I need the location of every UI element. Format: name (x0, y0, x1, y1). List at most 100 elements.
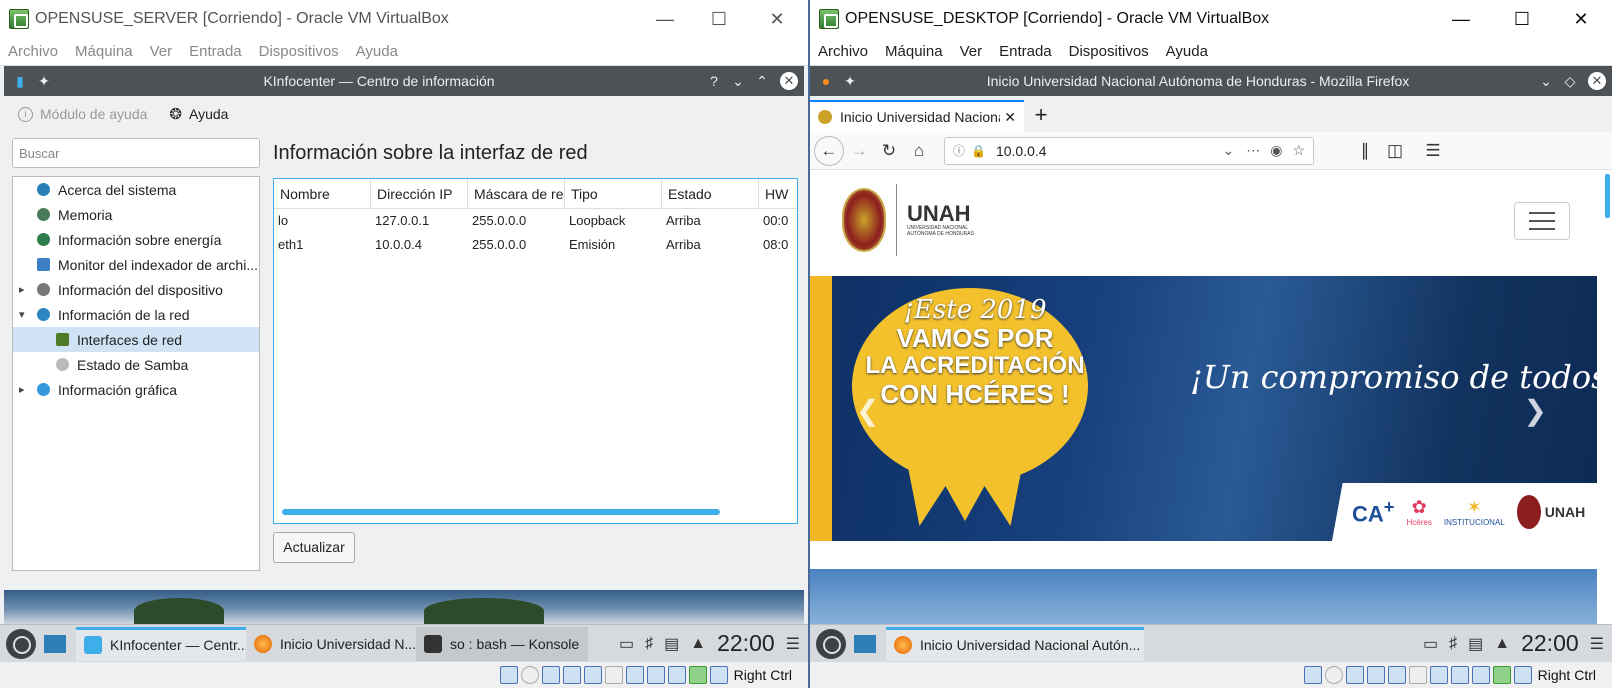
clipboard-icon[interactable]: ▤ (1468, 634, 1483, 654)
expand-chevron-icon[interactable]: ▸ (19, 383, 25, 396)
network-status-icon[interactable] (562, 666, 581, 684)
table-row[interactable]: lo 127.0.0.1 255.0.0.0 Loopback Arriba 0… (274, 209, 797, 233)
shared-folder-icon[interactable] (604, 666, 623, 684)
minimize-button[interactable]: — (1432, 0, 1490, 38)
kinfocenter-app-icon[interactable]: ▮ (8, 73, 32, 90)
recording-status-icon[interactable] (646, 666, 665, 684)
url-dropdown-icon[interactable]: ⌄ (1222, 142, 1234, 159)
optical-drive-icon[interactable] (1324, 666, 1343, 684)
application-launcher-icon[interactable] (6, 628, 36, 659)
audio-status-icon[interactable] (1345, 666, 1364, 684)
search-input[interactable]: Buscar (12, 138, 260, 168)
home-icon[interactable]: ⌂ (904, 141, 934, 161)
desktop-pager[interactable] (44, 634, 66, 653)
menu-ayuda[interactable]: Ayuda (356, 43, 398, 60)
panel-menu-icon[interactable]: ☰ (786, 634, 800, 654)
optical-drive-icon[interactable] (520, 666, 539, 684)
site-info-icon[interactable]: ⓘ (953, 142, 965, 159)
help-button[interactable]: ❂ Ayuda (169, 105, 228, 123)
clock[interactable]: 22:00 (717, 630, 775, 657)
desktop-pager[interactable] (854, 634, 876, 653)
forward-arrow-icon[interactable]: → (844, 141, 874, 161)
menu-ver[interactable]: Ver (150, 43, 173, 60)
mouse-integration-icon[interactable] (1492, 666, 1511, 684)
tray-expand-icon[interactable]: ▲ (690, 635, 706, 653)
menu-dispositivos[interactable]: Dispositivos (1069, 43, 1149, 60)
insecure-lock-icon[interactable]: 🔒 (971, 144, 986, 158)
column-header-type[interactable]: Tipo (565, 179, 662, 209)
task-konsole[interactable]: so : bash — Konsole (416, 626, 588, 661)
display-status-icon[interactable] (1429, 666, 1448, 684)
firefox-icon[interactable]: ● (814, 73, 838, 89)
firefox-titlebar[interactable]: ● ✦ Inicio Universidad Nacional Autónoma… (810, 66, 1612, 96)
reload-icon[interactable]: ↻ (874, 141, 904, 161)
hdd-status-icon[interactable] (1303, 666, 1322, 684)
menu-archivo[interactable]: Archivo (8, 43, 58, 60)
url-bar[interactable]: ⓘ 🔒 10.0.0.4 ⌄ ⋯ ◉ ☆ (944, 136, 1314, 165)
column-header-netmask[interactable]: Máscara de red (468, 179, 565, 209)
site-menu-toggle-icon[interactable] (1514, 202, 1570, 240)
tree-item-device-info[interactable]: ▸ Información del dispositivo (13, 277, 259, 302)
menu-archivo[interactable]: Archivo (818, 43, 868, 60)
pin-icon[interactable]: ✦ (32, 73, 56, 90)
kinfocenter-close-icon[interactable]: ✕ (780, 72, 798, 90)
close-button[interactable]: ✕ (748, 0, 806, 38)
carousel-next-icon[interactable]: ❯ (1524, 394, 1547, 427)
menu-entrada[interactable]: Entrada (999, 43, 1052, 60)
close-button[interactable]: ✕ (1552, 0, 1610, 38)
menu-ver[interactable]: Ver (960, 43, 983, 60)
volume-icon[interactable]: ♯ (1449, 635, 1457, 653)
audio-status-icon[interactable] (541, 666, 560, 684)
back-arrow-icon[interactable]: ← (814, 135, 844, 166)
maximize-button[interactable]: ☐ (690, 0, 748, 38)
column-header-state[interactable]: Estado (662, 179, 759, 209)
battery-icon[interactable]: ▭ (1423, 634, 1438, 654)
vt-x-status-icon[interactable] (1471, 666, 1490, 684)
usb-status-icon[interactable] (1387, 666, 1406, 684)
page-scrollbar[interactable] (1605, 174, 1610, 218)
carousel-prev-icon[interactable]: ❮ (856, 394, 879, 427)
kinfocenter-titlebar[interactable]: ▮ ✦ KInfocenter — Centro de información … (4, 66, 804, 96)
task-firefox[interactable]: Inicio Universidad N... (246, 627, 416, 661)
clock[interactable]: 22:00 (1521, 630, 1579, 657)
minimize-button[interactable]: — (636, 0, 694, 38)
task-kinfocenter[interactable]: KInfocenter — Centr... (76, 626, 246, 661)
keyboard-capture-icon[interactable] (1513, 666, 1532, 684)
sidebar-icon[interactable]: ◫ (1380, 141, 1410, 161)
network-status-icon[interactable] (1366, 666, 1385, 684)
left-window-titlebar[interactable]: OPENSUSE_SERVER [Corriendo] - Oracle VM … (0, 0, 808, 38)
tree-item-network-info[interactable]: ▾ Información de la red (13, 302, 259, 327)
tree-item-energy[interactable]: Información sobre energía (13, 227, 259, 252)
minimize-chevron-icon[interactable]: ⌄ (726, 73, 750, 90)
browser-tab[interactable]: Inicio Universidad Nacional ✕ (810, 100, 1024, 132)
tab-close-icon[interactable]: ✕ (1004, 109, 1016, 126)
collapse-chevron-icon[interactable]: ▾ (19, 308, 25, 321)
maximize-chevron-icon[interactable]: ⌃ (750, 73, 774, 90)
pocket-icon[interactable]: ◉ (1270, 142, 1282, 159)
menu-ayuda[interactable]: Ayuda (1166, 43, 1208, 60)
expand-chevron-icon[interactable]: ▸ (19, 283, 25, 296)
menu-hamburger-icon[interactable]: ☰ (1418, 141, 1448, 161)
table-row[interactable]: eth1 10.0.0.4 255.0.0.0 Emisión Arriba 0… (274, 233, 797, 257)
library-icon[interactable]: ∥ (1350, 141, 1380, 161)
battery-icon[interactable]: ▭ (619, 634, 634, 654)
tree-item-samba-status[interactable]: Estado de Samba (13, 352, 259, 377)
module-help-button[interactable]: i Módulo de ayuda (18, 106, 147, 122)
refresh-button[interactable]: Actualizar (273, 532, 355, 563)
display-status-icon[interactable] (625, 666, 644, 684)
clipboard-icon[interactable]: ▤ (664, 634, 679, 654)
minimize-chevron-icon[interactable]: ⌄ (1534, 73, 1558, 90)
vt-x-status-icon[interactable] (667, 666, 686, 684)
new-tab-plus-icon[interactable]: + (1024, 100, 1058, 132)
panel-menu-icon[interactable]: ☰ (1590, 634, 1604, 654)
mouse-integration-icon[interactable] (688, 666, 707, 684)
maximize-diamond-icon[interactable]: ◇ (1558, 73, 1582, 90)
tree-item-network-interfaces[interactable]: Interfaces de red (13, 327, 259, 352)
maximize-button[interactable]: ☐ (1493, 0, 1551, 38)
task-firefox[interactable]: Inicio Universidad Nacional Autón... (886, 626, 1144, 661)
column-header-hw[interactable]: HW (759, 179, 797, 209)
shared-folder-icon[interactable] (1408, 666, 1427, 684)
horizontal-scrollbar[interactable] (282, 509, 720, 515)
hdd-status-icon[interactable] (499, 666, 518, 684)
help-question-button[interactable]: ? (702, 73, 726, 89)
